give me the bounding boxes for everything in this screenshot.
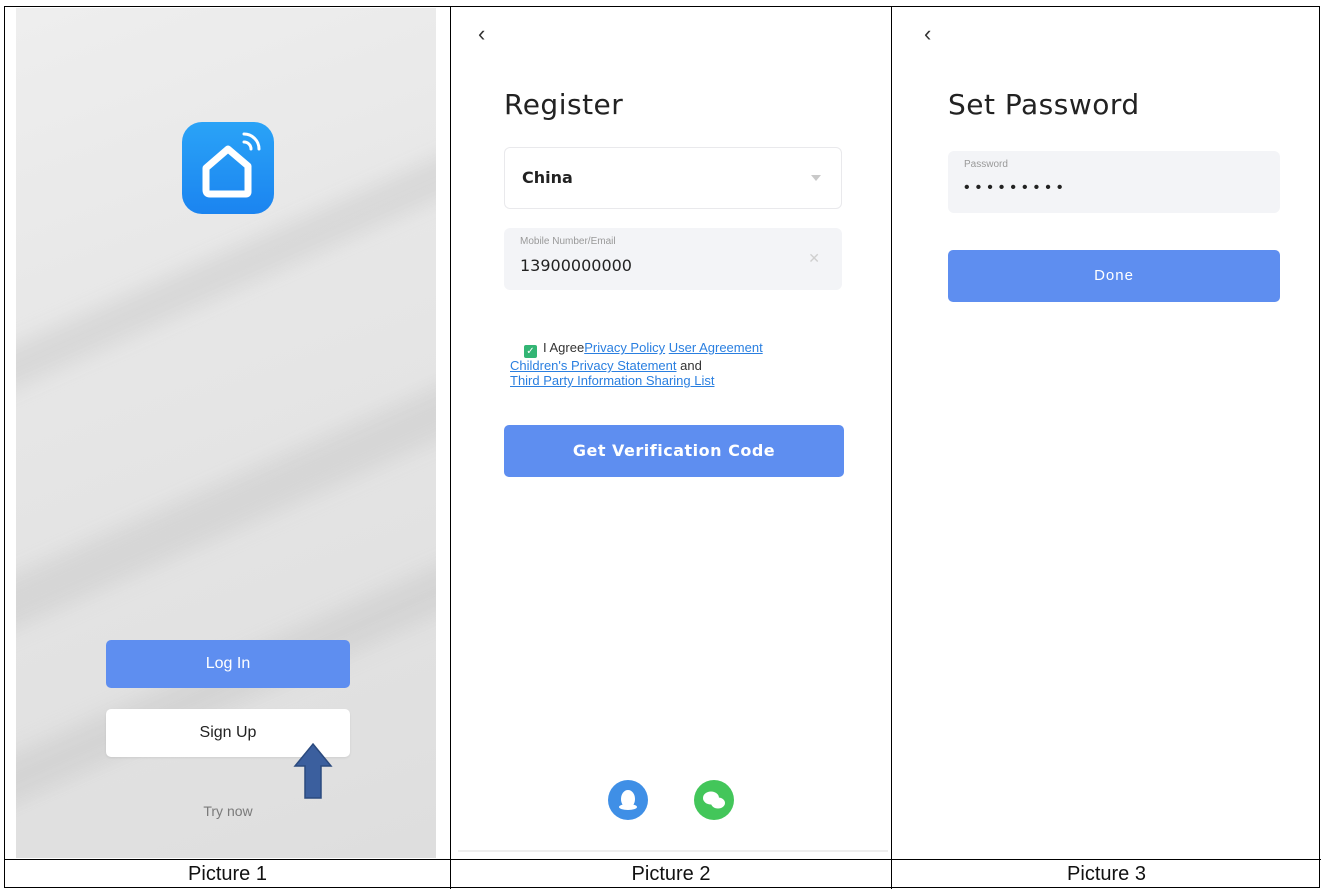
privacy-policy-link[interactable]: Privacy Policy [584, 340, 665, 355]
and-text: and [680, 358, 702, 373]
page-title: Register [504, 88, 624, 121]
agreement-text: ✓ I AgreePrivacy Policy User Agreement Ch… [510, 340, 824, 388]
qq-icon[interactable] [608, 780, 648, 820]
caption-picture-2: Picture 2 [631, 863, 711, 885]
checkbox-checked-icon[interactable]: ✓ [524, 345, 537, 358]
field-label: Password [964, 159, 1008, 170]
clear-icon[interactable]: ✕ [808, 250, 820, 267]
password-field[interactable]: Password ••••••••• [948, 151, 1280, 213]
back-chevron-icon[interactable]: ‹ [478, 23, 498, 45]
register-screen: ‹ Register China Mobile Number/Email 139… [458, 8, 888, 858]
set-password-screen: ‹ Set Password Password ••••••••• Done [900, 8, 1318, 858]
welcome-screen: Log In Sign Up Try now [16, 8, 436, 858]
agree-prefix: I Agree [543, 340, 585, 355]
field-value: 13900000000 [520, 256, 632, 275]
up-arrow-icon [293, 742, 333, 799]
wechat-icon[interactable] [694, 780, 734, 820]
smart-home-app-icon [182, 122, 274, 214]
back-chevron-icon[interactable]: ‹ [924, 23, 944, 45]
try-now-link[interactable]: Try now [136, 803, 320, 819]
childrens-privacy-link[interactable]: Children's Privacy Statement [510, 358, 677, 373]
password-mask: ••••••••• [964, 179, 1069, 196]
divider [458, 850, 888, 852]
mobile-email-field[interactable]: Mobile Number/Email 13900000000 ✕ [504, 228, 842, 290]
third-party-link[interactable]: Third Party Information Sharing List [510, 373, 714, 388]
column-divider [450, 7, 451, 889]
country-select[interactable]: China [504, 147, 842, 209]
user-agreement-link[interactable]: User Agreement [669, 340, 763, 355]
page-title: Set Password [948, 88, 1140, 121]
get-verification-code-button[interactable]: Get Verification Code [504, 425, 844, 477]
column-divider [891, 7, 892, 889]
done-button[interactable]: Done [948, 250, 1280, 302]
caption-picture-3: Picture 3 [1067, 863, 1146, 885]
dropdown-caret-icon [811, 175, 821, 181]
login-button[interactable]: Log In [106, 640, 350, 688]
field-label: Mobile Number/Email [520, 236, 616, 247]
country-value: China [522, 168, 573, 187]
caption-picture-1: Picture 1 [188, 863, 267, 885]
